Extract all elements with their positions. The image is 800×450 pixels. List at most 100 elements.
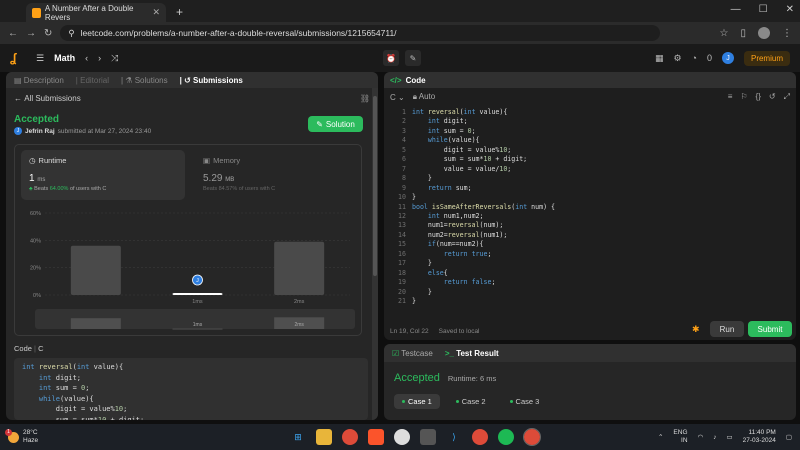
profile-icon[interactable] (758, 27, 770, 39)
code-line[interactable]: while(value){ (412, 136, 555, 145)
submitted-code-block[interactable]: int reversal(int value){ int digit; int … (14, 358, 368, 420)
notes-icon[interactable]: ✎ (405, 50, 421, 66)
code-line[interactable]: int digit; (412, 117, 555, 126)
code-line[interactable]: bool isSameAfterReversals(int num) { (412, 203, 555, 212)
minimize-icon[interactable]: — (731, 4, 741, 15)
reload-icon[interactable]: ↻ (44, 28, 52, 39)
chrome-active-icon[interactable] (523, 428, 541, 446)
next-problem-icon[interactable]: › (98, 53, 101, 63)
left-scrollbar[interactable] (372, 88, 378, 420)
all-submissions-link[interactable]: ← All Submissions ⛓ (6, 88, 378, 108)
timer-icon[interactable]: ⏰ (383, 50, 399, 66)
code-line[interactable]: } (412, 174, 555, 183)
weather-widget[interactable]: 1 28°C Haze (5, 428, 38, 445)
code-line[interactable]: int reversal(int value){ (412, 108, 555, 117)
code-line[interactable]: int sum = 0; (412, 127, 555, 136)
sidepanel-icon[interactable]: ▯ (740, 28, 746, 39)
notifications-icon[interactable]: ▢ (786, 433, 792, 441)
battery-icon[interactable]: ▭ (726, 433, 732, 441)
tab-editorial[interactable]: | Editorial (76, 76, 109, 85)
format-icon[interactable]: ≡ (728, 92, 733, 102)
code-line[interactable]: if(num==num2){ (412, 240, 555, 249)
bookmark-star-icon[interactable]: ☆ (720, 28, 729, 39)
wifi-icon[interactable]: ◠ (698, 433, 704, 441)
shuffle-icon[interactable]: ⤨ (111, 53, 118, 64)
file-explorer-icon[interactable] (316, 429, 332, 445)
close-tab-icon[interactable]: ✕ (152, 7, 160, 18)
premium-button[interactable]: Premium (743, 50, 790, 66)
tab-submissions[interactable]: | ↺ Submissions (180, 76, 243, 85)
run-button[interactable]: Run (710, 321, 744, 337)
forward-icon[interactable]: → (26, 28, 36, 39)
code-line[interactable]: num2=reversal(num1); (412, 231, 555, 240)
code-label: Code (14, 344, 32, 353)
tab-description[interactable]: ▤ Description (14, 76, 64, 85)
code-line[interactable]: int num1,num2; (412, 212, 555, 221)
app-icon[interactable] (394, 429, 410, 445)
post-solution-button[interactable]: ✎ Solution (308, 116, 363, 132)
auto-mode[interactable]: 🔒︎ Auto (413, 92, 436, 102)
language-indicator[interactable]: ENG IN (673, 429, 687, 445)
layout-icon[interactable]: ▦ (655, 53, 664, 64)
user-avatar[interactable]: J (721, 52, 734, 64)
site-info-icon[interactable]: ⚲ (68, 28, 74, 39)
vscode-icon[interactable]: ⟩ (446, 429, 462, 445)
share-link-icon[interactable]: ⛓ (360, 94, 370, 103)
code-line[interactable]: } (412, 297, 555, 306)
case-tab-2[interactable]: Case 2 (448, 394, 494, 409)
reset-icon[interactable]: ↺ (769, 92, 776, 102)
code-line: int sum = 0; (38, 384, 90, 392)
maximize-icon[interactable]: ☐ (759, 4, 768, 15)
spotify-icon[interactable] (498, 429, 514, 445)
submitter-name[interactable]: Jefrin Raj (25, 128, 55, 135)
chrome-profile-icon[interactable] (472, 429, 488, 445)
runtime-card[interactable]: ◷ Runtime 1 ms ♣ Beats 64.00% of users wi… (21, 150, 185, 200)
code-editor[interactable]: 1 2 3 4 5 6 7 8 9 10 11 12 13 14 15 16 17 18 19 20 21 int re… (384, 108, 796, 318)
code-line[interactable]: return true; (412, 250, 555, 259)
code-line[interactable]: sum = sum*10 + digit; (412, 155, 555, 164)
code-lines[interactable]: int reversal(int value){ int digit; int … (412, 108, 555, 307)
url-field[interactable]: ⚲ leetcode.com/problems/a-number-after-a… (60, 25, 661, 41)
back-icon[interactable]: ← (8, 28, 18, 39)
tray-chevron-icon[interactable]: ⌃ (658, 433, 663, 441)
problem-list-icon[interactable]: ☰ (36, 53, 44, 64)
case-tab-1[interactable]: Case 1 (394, 394, 440, 409)
code-line[interactable]: return sum; (412, 184, 555, 193)
braces-icon[interactable]: {} (756, 92, 761, 102)
coins-icon[interactable]: ◔ (692, 53, 697, 63)
code-line[interactable]: } (412, 259, 555, 268)
settings-gear-icon[interactable]: ⚙ (673, 53, 681, 64)
case-tab-3[interactable]: Case 3 (502, 394, 548, 409)
memory-card[interactable]: ▣ Memory 5.29 MB Beats 84.57% of users wi… (195, 150, 355, 200)
tab-solutions[interactable]: | ⚗ Solutions (121, 76, 168, 85)
bookmark-icon[interactable]: ⚐ (740, 92, 747, 102)
code-line[interactable]: } (412, 288, 555, 297)
submit-button[interactable]: Submit (748, 321, 792, 337)
new-tab-icon[interactable]: + (176, 5, 183, 19)
code-line[interactable]: digit = value%10; (412, 146, 555, 155)
debug-icon[interactable]: ✱ (692, 324, 700, 335)
code-line[interactable]: value = value/10; (412, 165, 555, 174)
volume-icon[interactable]: ♪ (713, 434, 716, 441)
chrome-icon[interactable] (342, 429, 358, 445)
code-line[interactable]: } (412, 193, 555, 202)
code-line[interactable]: else{ (412, 269, 555, 278)
submission-status: Accepted (14, 114, 60, 125)
browser-tab[interactable]: A Number After a Double Revers ✕ (26, 3, 166, 22)
clock[interactable]: 11:40 PM 27-03-2024 (743, 429, 776, 445)
windows-start-icon[interactable]: ⊞ (290, 429, 306, 445)
tab-test-result[interactable]: >_ Test Result (445, 349, 499, 358)
left-scrollbar-thumb[interactable] (373, 96, 377, 276)
close-window-icon[interactable]: ✕ (786, 4, 794, 15)
code-line[interactable]: return false; (412, 278, 555, 287)
tab-testcase[interactable]: ☑ Testcase (392, 349, 433, 358)
camera-icon[interactable] (420, 429, 436, 445)
leetcode-logo-icon[interactable]: ʆ (10, 51, 22, 65)
fullscreen-icon[interactable]: ⤢ (784, 92, 790, 102)
problem-list-label[interactable]: Math (54, 53, 75, 63)
brave-icon[interactable] (368, 429, 384, 445)
prev-problem-icon[interactable]: ‹ (85, 53, 88, 63)
menu-dots-icon[interactable]: ⋮ (782, 28, 792, 39)
code-line[interactable]: num1=reversal(num); (412, 221, 555, 230)
language-select[interactable]: C ⌄ (390, 93, 405, 102)
